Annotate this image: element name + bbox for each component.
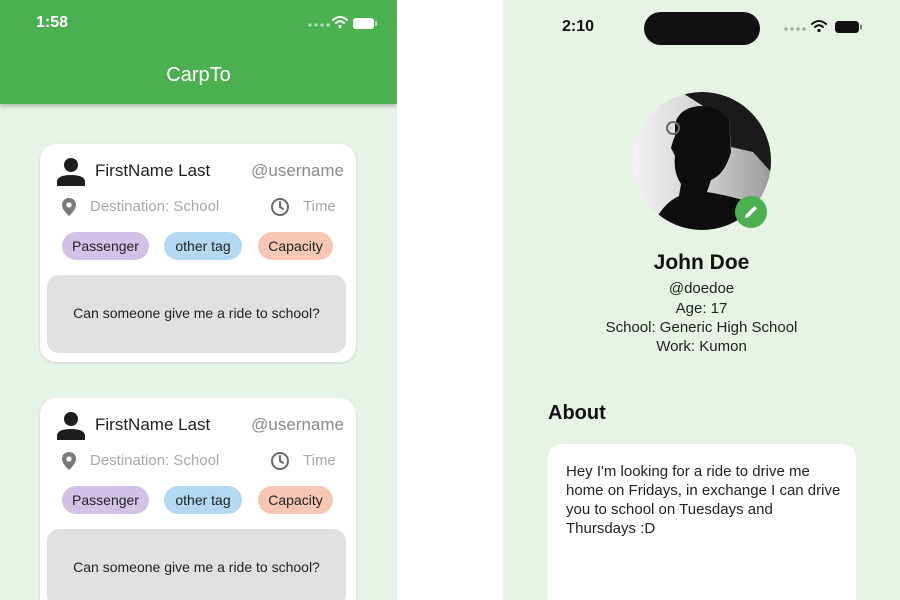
status-time: 1:58	[36, 14, 69, 31]
post-author-name: FirstName Last	[95, 161, 211, 180]
post-author-name: FirstName Last	[95, 415, 211, 434]
tag-capacity[interactable]: Capacity	[258, 486, 333, 514]
post-destination: Destination: School	[90, 452, 220, 469]
status-icons	[784, 20, 862, 33]
edit-profile-button[interactable]	[735, 196, 767, 228]
tag-capacity[interactable]: Capacity	[258, 232, 333, 260]
signal-icon	[784, 27, 806, 31]
post-card[interactable]: FirstName Last @username Destination: Sc…	[40, 144, 356, 362]
signal-icon	[308, 23, 330, 27]
tag-passenger[interactable]: Passenger	[62, 486, 149, 514]
profile-name: John Doe	[653, 251, 750, 274]
status-icons	[308, 16, 377, 29]
person-icon	[57, 158, 85, 186]
person-icon	[57, 412, 85, 440]
app-title: CarpTo	[166, 64, 231, 86]
battery-icon	[353, 18, 377, 29]
post-destination: Destination: School	[90, 198, 220, 215]
post-card[interactable]: FirstName Last @username Destination: Sc…	[40, 398, 356, 600]
dynamic-island	[644, 12, 760, 45]
left-phone-screen: 1:58 CarpTo FirstName Last @username Des…	[0, 0, 397, 600]
profile-school: School: Generic High School	[605, 319, 798, 336]
tag-other[interactable]: other tag	[164, 232, 242, 260]
about-text: Hey I'm looking for a ride to drive me h…	[566, 463, 841, 537]
profile-work: Work: Kumon	[656, 338, 747, 355]
profile-age: Age: 17	[675, 300, 728, 317]
post-time: Time	[303, 452, 336, 469]
wifi-icon	[332, 16, 348, 29]
post-author-username[interactable]: @username	[251, 415, 344, 435]
post-time: Time	[303, 198, 336, 215]
about-heading: About	[548, 402, 606, 424]
location-pin-icon	[62, 452, 76, 470]
location-pin-icon	[62, 198, 76, 216]
clock-icon	[271, 198, 289, 216]
app-bar: 1:58 CarpTo	[0, 0, 397, 104]
post-author-username[interactable]: @username	[251, 161, 344, 181]
post-message: Can someone give me a ride to school?	[73, 559, 320, 575]
about-card: Hey I'm looking for a ride to drive me h…	[548, 444, 856, 600]
battery-icon	[835, 21, 862, 33]
right-phone-screen: 2:10 John Doe @doedoe Age: 17 School: Ge…	[503, 0, 900, 600]
wifi-icon	[811, 20, 827, 33]
post-message: Can someone give me a ride to school?	[73, 305, 320, 321]
tag-passenger[interactable]: Passenger	[62, 232, 149, 260]
post-message-box: Can someone give me a ride to school?	[47, 275, 346, 353]
profile-username: @doedoe	[668, 280, 735, 297]
status-time: 2:10	[562, 18, 595, 35]
edit-pencil-icon	[745, 206, 757, 218]
post-message-box: Can someone give me a ride to school?	[47, 529, 346, 600]
clock-icon	[271, 452, 289, 470]
tag-other[interactable]: other tag	[164, 486, 242, 514]
